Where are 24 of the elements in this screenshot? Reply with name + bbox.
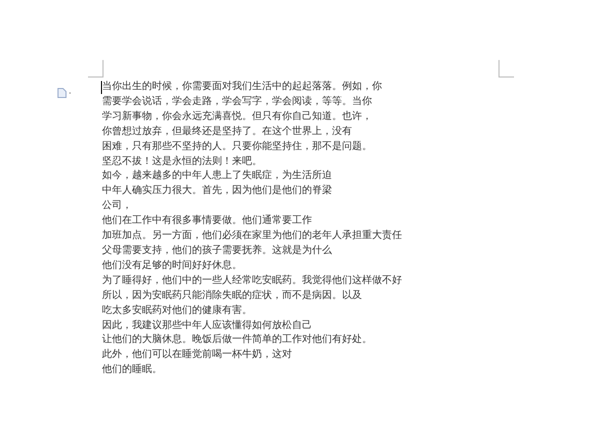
text-line: 中年人确实压力很大。首先，因为他们是他们的脊梁 <box>102 184 333 198</box>
text-line: 如今，越来越多的中年人患上了失眠症，为生活所迫 <box>102 169 333 184</box>
text-line: 所以，因为安眠药只能消除失眠的症状，而不是病因。以及 <box>102 288 363 303</box>
text-line: 加班加点。另一方面，他们必须在家里为他们的老年人承担重大责任 <box>102 229 402 244</box>
text-line: 他们在工作中有很多事情要做。他们通常要工作 <box>102 214 313 228</box>
text-line: 让他们的大脑休息。晚饭后做一件简单的工作对他们有好处。 <box>102 333 373 348</box>
text-line: 学习新事物，你会永远充满喜悦。但只有你自己知道。也许， <box>102 110 373 124</box>
text-line: 他们没有足够的时间好好休息。 <box>102 258 243 273</box>
text-line: 他们的睡眠。 <box>102 363 163 378</box>
text-line: 困难，只有那些不坚持的人。只要你能坚持住，那不是问题。 <box>102 140 373 154</box>
text-line: 为了睡得好，他们中的一些人经常吃安眠药。我觉得他们这样做不好 <box>102 274 402 288</box>
text-cursor <box>101 81 102 94</box>
text-line: 当你出生的时候，你需要面对我们生活中的起起落落。例如，你 <box>102 80 383 94</box>
text-line: 坚忍不拔！这是永恒的法则！来吧。 <box>102 154 263 169</box>
text-line: 父母需要支持，他们的孩子需要抚养。这就是为什么 <box>102 244 333 258</box>
text-line: 此外，他们可以在睡觉前喝一杯牛奶，这对 <box>102 348 293 362</box>
text-line: 公司， <box>102 199 133 214</box>
text-line: 需要学会说话，学会走路，学会写字，学会阅读，等等。当你 <box>102 94 373 109</box>
crop-mark-icon <box>498 60 514 78</box>
text-line: 你曾想过放弃，但最终还是坚持了。在这个世界上，没有 <box>102 124 353 139</box>
text-line: 因此，我建议那些中年人应该懂得如何放松自己 <box>102 318 313 332</box>
text-line: 吃太多安眠药对他们的健康有害。 <box>102 304 253 318</box>
document-icon[interactable] <box>57 88 73 98</box>
crop-mark-icon <box>88 60 104 78</box>
